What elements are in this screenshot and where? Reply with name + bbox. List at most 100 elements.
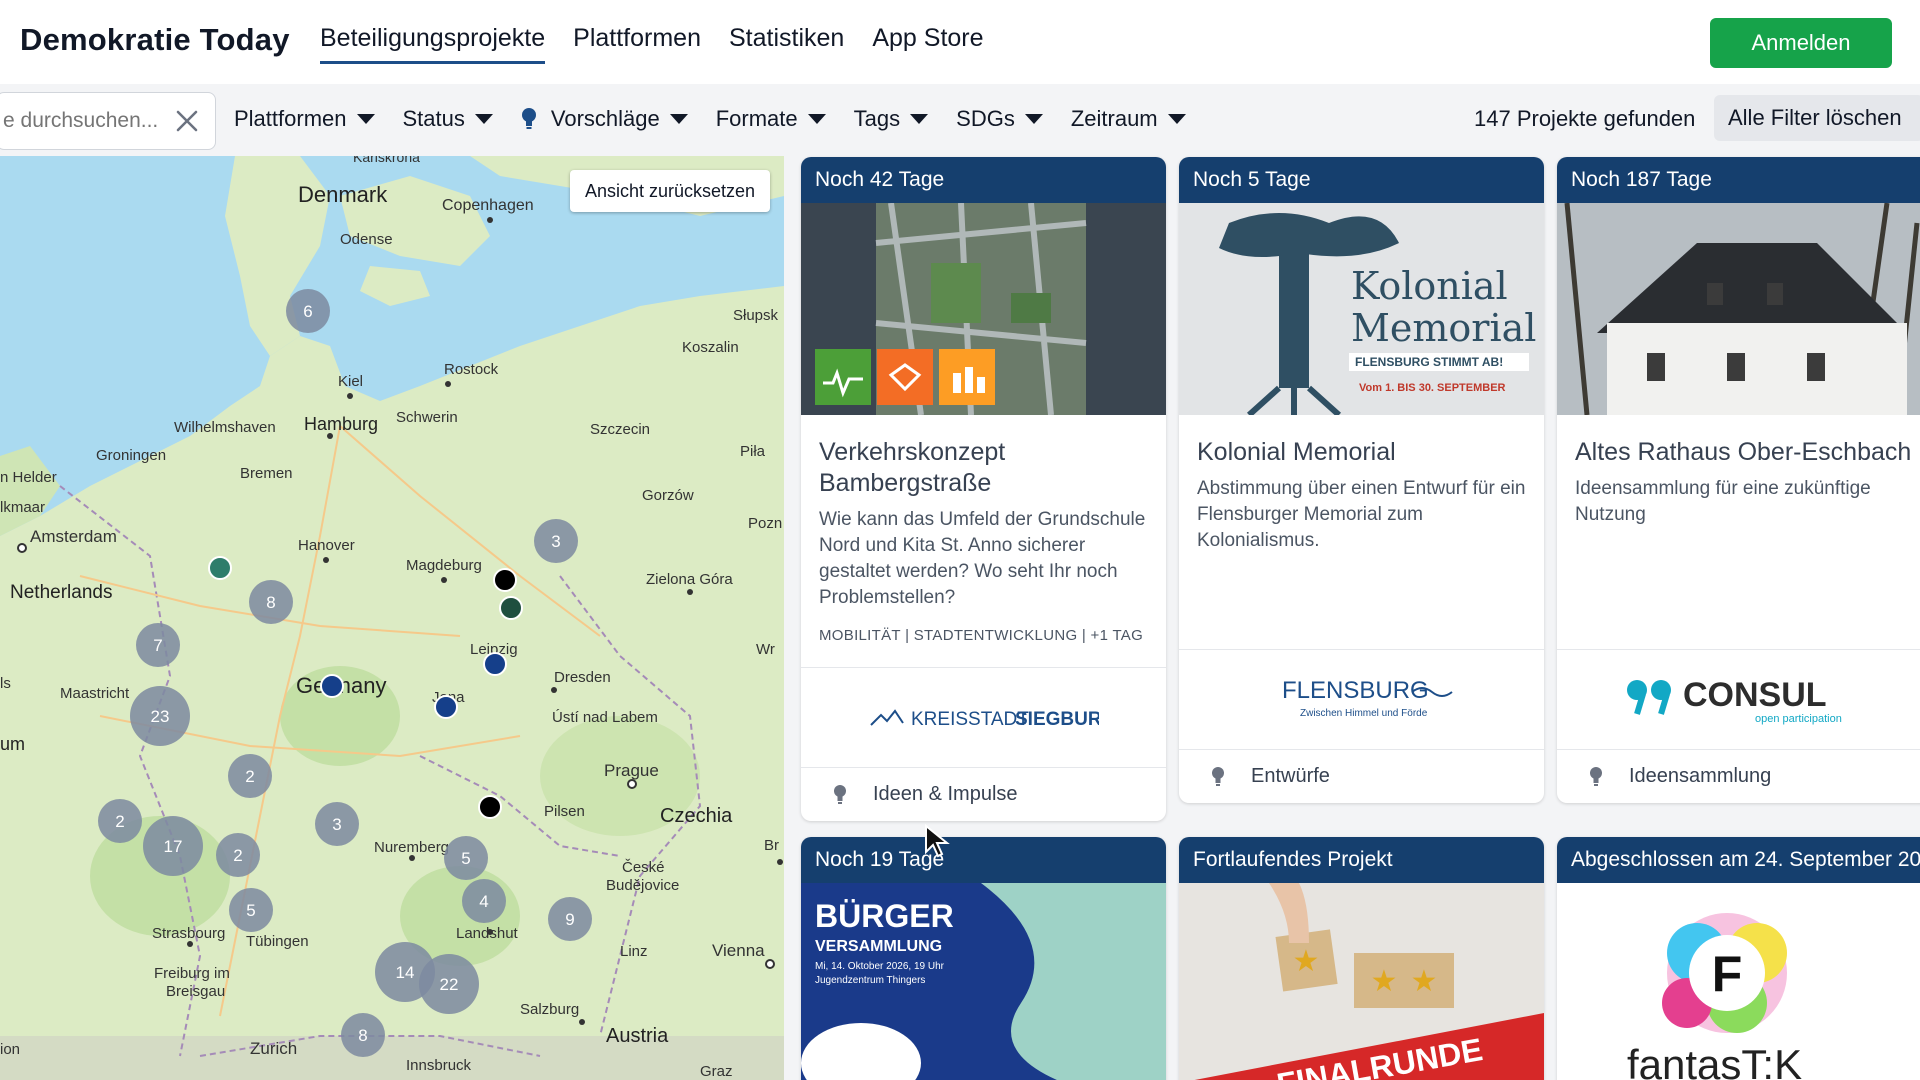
card-image	[1557, 203, 1920, 415]
map-cluster-marker[interactable]: 2	[98, 799, 142, 843]
map-cluster-marker[interactable]: 7	[136, 623, 180, 667]
map-label: Karlskrona	[353, 156, 420, 165]
card-footer: Ideen & Impulse	[801, 767, 1166, 821]
filter-tags[interactable]: Tags	[854, 106, 929, 132]
map-label: Vienna	[712, 941, 765, 960]
map-label: Gorzów	[642, 487, 694, 504]
caret-down-icon	[910, 114, 929, 124]
consul-logo: CONSUL open participation	[1626, 676, 1841, 725]
map-label: Schwerin	[396, 409, 458, 426]
svg-text:17: 17	[164, 837, 183, 856]
card-format: Entwürfe	[1251, 765, 1330, 787]
projects-map[interactable]: Karlskrona Denmark Copenhagen Odense Kie…	[0, 156, 784, 1080]
map-cluster-marker[interactable]: 22	[419, 954, 479, 1014]
map-label: Hanover	[298, 537, 355, 554]
project-card[interactable]: Noch 42 Tage Verkehrskonzept Bambergstra…	[801, 157, 1166, 821]
map-marker[interactable]	[499, 596, 523, 620]
project-card[interactable]: Abgeschlossen am 24. September 202 F fan…	[1557, 837, 1920, 1080]
svg-text:5: 5	[461, 849, 470, 868]
card-status: Noch 42 Tage	[801, 157, 1166, 203]
map-cluster-marker[interactable]: 5	[444, 836, 488, 880]
map-cluster-marker[interactable]: 6	[286, 289, 330, 333]
filter-bar: Plattformen Status Vorschläge Formate Ta…	[0, 88, 1920, 154]
nav-statistiken[interactable]: Statistiken	[729, 24, 844, 64]
nav-app-store[interactable]: App Store	[872, 24, 983, 64]
card-title[interactable]: Altes Rathaus Ober-Eschbach	[1575, 437, 1914, 468]
card-title[interactable]: Verkehrskonzept Bambergstraße	[819, 437, 1148, 499]
svg-text:2: 2	[245, 767, 254, 786]
card-status: Abgeschlossen am 24. September 202	[1557, 837, 1920, 883]
map-label: Odense	[340, 231, 393, 248]
map-marker[interactable]	[478, 795, 502, 819]
svg-text:8: 8	[266, 593, 275, 612]
map-label: Wr	[756, 641, 775, 658]
login-button[interactable]: Anmelden	[1710, 18, 1892, 68]
nav-beteiligungsprojekte[interactable]: Beteiligungsprojekte	[320, 24, 546, 64]
caret-down-icon	[356, 114, 375, 124]
caret-down-icon	[807, 114, 826, 124]
map-label: Czechia	[660, 805, 733, 827]
filter-dropdowns: Plattformen Status Vorschläge Formate Ta…	[234, 106, 1214, 132]
map-label: Szczecin	[590, 421, 650, 438]
svg-text:★: ★	[1371, 964, 1398, 999]
map-label: Br	[764, 837, 779, 854]
svg-text:KREISSTADT: KREISSTADT	[911, 709, 1029, 730]
top-header: Demokratie Today Beteiligungsprojekte Pl…	[0, 0, 1920, 84]
filter-vorschlaege[interactable]: Vorschläge	[521, 106, 688, 132]
svg-text:3: 3	[551, 532, 560, 551]
map-label: Innsbruck	[406, 1057, 472, 1074]
map-marker[interactable]	[208, 556, 232, 580]
caret-down-icon	[474, 114, 493, 124]
map-cluster-marker[interactable]: 9	[548, 897, 592, 941]
map-label: ls	[0, 675, 11, 692]
map-cluster-marker[interactable]: 3	[534, 519, 578, 563]
map-label: lkmaar	[0, 499, 45, 516]
project-card[interactable]: Noch 5 Tage Kolonial Memorial FLENSBURG …	[1179, 157, 1544, 803]
clear-all-filters-button[interactable]: Alle Filter löschen	[1714, 95, 1920, 141]
map-cluster-marker[interactable]: 2	[228, 754, 272, 798]
filter-label: Status	[402, 106, 465, 131]
nav-plattformen[interactable]: Plattformen	[573, 24, 701, 64]
map-label: Kiel	[338, 373, 363, 390]
card-image: F fantasT:K	[1557, 883, 1920, 1080]
map-marker[interactable]	[483, 652, 507, 676]
map-cluster-marker[interactable]: 3	[315, 802, 359, 846]
project-card[interactable]: Noch 19 Tage BÜRGER VERSAMMLUNG Mi, 14. …	[801, 837, 1166, 1080]
filter-label: Vorschläge	[550, 106, 660, 131]
map-cluster-marker[interactable]: 2	[216, 833, 260, 877]
map-label: Amsterdam	[30, 527, 117, 546]
map-marker[interactable]	[320, 674, 344, 698]
svg-text:CONSUL: CONSUL	[1683, 676, 1827, 714]
svg-text:Vom 1. BIS 30. SEPTEMBER: Vom 1. BIS 30. SEPTEMBER	[1359, 382, 1506, 394]
filter-label: Plattformen	[234, 106, 347, 131]
clear-search-icon[interactable]	[171, 105, 203, 137]
map-cluster-marker[interactable]: 4	[462, 879, 506, 923]
map-marker[interactable]	[434, 695, 458, 719]
card-status: Noch 5 Tage	[1179, 157, 1544, 203]
card-title[interactable]: Kolonial Memorial	[1197, 437, 1526, 468]
map-label: Zurich	[250, 1039, 297, 1058]
project-card[interactable]: Noch 187 Tage Altes Rathaus Ober-Eschbac…	[1557, 157, 1920, 803]
filter-formate[interactable]: Formate	[716, 106, 826, 132]
map-cluster-marker[interactable]: 5	[229, 888, 273, 932]
map-cluster-marker[interactable]: 17	[143, 816, 203, 876]
platform-logo: KREISSTADT SIEGBURG	[801, 667, 1166, 767]
map-label: n Helder	[0, 469, 57, 486]
site-logo[interactable]: Demokratie Today	[20, 22, 290, 58]
map-cluster-marker[interactable]: 8	[341, 1013, 385, 1057]
map-marker[interactable]	[493, 568, 517, 592]
map-cluster-marker[interactable]: 8	[249, 580, 293, 624]
map-label: Koszalin	[682, 339, 739, 356]
filter-sdgs[interactable]: SDGs	[956, 106, 1043, 132]
filter-status[interactable]: Status	[403, 106, 493, 132]
map-cluster-marker[interactable]: 23	[130, 686, 190, 746]
project-card[interactable]: Fortlaufendes Projekt ★ ★ ★ FINALRUNDE	[1179, 837, 1544, 1080]
map-label: Hamburg	[304, 414, 378, 434]
filter-plattformen[interactable]: Plattformen	[234, 106, 375, 132]
filter-zeitraum[interactable]: Zeitraum	[1071, 106, 1186, 132]
search-input[interactable]	[3, 109, 173, 133]
reset-view-button[interactable]: Ansicht zurücksetzen	[570, 170, 770, 212]
map-canvas[interactable]: Karlskrona Denmark Copenhagen Odense Kie…	[0, 156, 784, 1080]
map-label: Strasbourg	[152, 925, 225, 942]
svg-text:fantasT:K: fantasT:K	[1627, 1041, 1802, 1080]
